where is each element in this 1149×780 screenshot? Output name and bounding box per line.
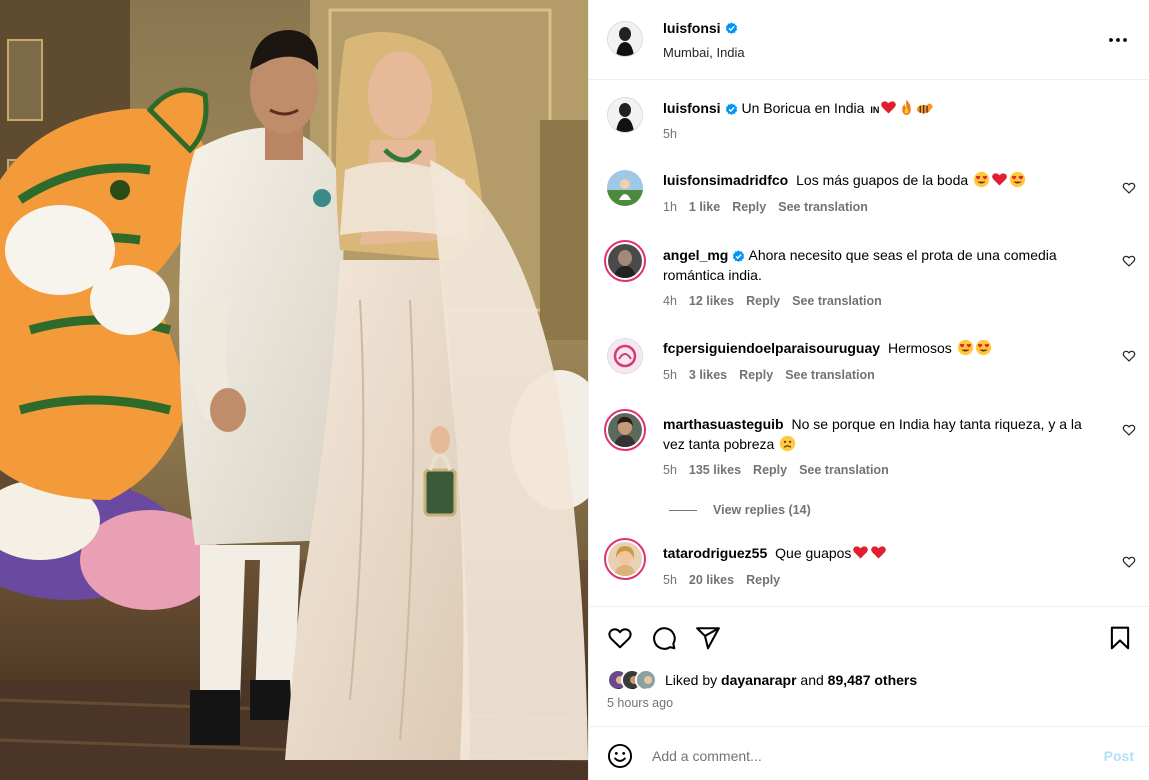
comment-text: Hermosos: [887, 340, 952, 356]
reply-button[interactable]: Reply: [746, 573, 780, 587]
post-time[interactable]: 5 hours ago: [607, 696, 673, 710]
caption-text-row: luisfonsi Un Boricua en India IN: [663, 98, 1100, 120]
heart-eyes-emoji-icon: [975, 339, 991, 356]
view-replies-line: [669, 509, 697, 511]
post-header: luisfonsi Mumbai, India: [589, 0, 1149, 80]
post-location[interactable]: Mumbai, India: [663, 45, 745, 60]
comment-time: 1h: [663, 200, 677, 214]
commenter-avatar[interactable]: [607, 170, 643, 206]
comment-time: 4h: [663, 294, 677, 308]
reply-button[interactable]: Reply: [753, 463, 787, 477]
comment-text: Los más guapos de la boda: [796, 172, 969, 188]
comment-likes[interactable]: 1 like: [689, 200, 720, 214]
like-comment-heart-icon[interactable]: [1122, 181, 1136, 195]
add-comment-bar: Post: [589, 726, 1149, 780]
comment-meta: 5h 3 likes Reply See translation: [663, 368, 875, 382]
share-icon[interactable]: [695, 625, 721, 651]
heart-eyes-emoji-icon: [957, 339, 973, 356]
comment-username[interactable]: marthasuasteguib: [663, 416, 784, 432]
india-flag-icon: IN: [870, 105, 880, 115]
commenter-avatar[interactable]: [604, 409, 646, 451]
comment-text-row: luisfonsimadridfco Los más guapos de la …: [663, 170, 1100, 190]
red-heart-emoji-icon: [992, 173, 1007, 186]
reply-button[interactable]: Reply: [732, 200, 766, 214]
caption-meta: 5h: [663, 127, 677, 141]
fire-emoji-icon: [902, 99, 912, 116]
comment-time: 5h: [663, 573, 677, 587]
verified-badge-icon: [733, 250, 745, 262]
post-comment-button[interactable]: Post: [1104, 748, 1134, 764]
likes-count[interactable]: 89,487 others: [828, 672, 918, 688]
reply-button[interactable]: Reply: [746, 294, 780, 308]
comment-text: Que guapos: [775, 545, 852, 561]
comment-username[interactable]: tatarodriguez55: [663, 545, 767, 561]
author-avatar[interactable]: [607, 21, 643, 57]
comment-likes[interactable]: 12 likes: [689, 294, 734, 308]
view-replies-button[interactable]: View replies (14): [669, 503, 811, 517]
liked-by-and: and: [800, 672, 824, 688]
caption-avatar[interactable]: [607, 97, 643, 133]
liked-by-username[interactable]: dayanarapr: [721, 672, 796, 688]
comment-username[interactable]: luisfonsimadridfco: [663, 172, 788, 188]
comments-list[interactable]: luisfonsi Un Boricua en India IN 5h luis…: [589, 80, 1149, 606]
heart-icon[interactable]: [607, 625, 633, 651]
emoji-smile-icon[interactable]: [607, 743, 633, 769]
couple-photo-illustration: [0, 0, 588, 780]
comment-text-row: tatarodriguez55 Que guapos: [663, 543, 1100, 563]
comment-text-row: angel_mg Ahora necesito que seas el prot…: [663, 245, 1100, 285]
instagram-post: luisfonsi Mumbai, India luisfonsi Un Bor…: [0, 0, 1149, 780]
post-actions: Liked by dayanarapr and 89,487 others 5 …: [589, 606, 1149, 726]
author-username[interactable]: luisfonsi: [663, 20, 721, 36]
tiger-emoji-icon: [917, 103, 933, 114]
post-details-panel: luisfonsi Mumbai, India luisfonsi Un Bor…: [588, 0, 1149, 780]
see-translation-button[interactable]: See translation: [785, 368, 875, 382]
comment-username[interactable]: angel_mg: [663, 247, 728, 263]
view-replies-label: View replies (14): [713, 503, 811, 517]
liked-by-row: Liked by dayanarapr and 89,487 others: [607, 669, 917, 691]
comment-meta: 5h 135 likes Reply See translation: [663, 463, 889, 477]
bookmark-icon[interactable]: [1107, 625, 1133, 651]
liker-avatar[interactable]: [635, 669, 657, 691]
like-comment-heart-icon[interactable]: [1122, 254, 1136, 268]
liked-by-prefix: Liked by: [665, 672, 718, 688]
comment-meta: 5h 20 likes Reply: [663, 573, 780, 587]
comment-icon[interactable]: [651, 625, 677, 651]
comment-likes[interactable]: 20 likes: [689, 573, 734, 587]
like-comment-heart-icon[interactable]: [1122, 349, 1136, 363]
comment-text-row: marthasuasteguib No se porque en India h…: [663, 414, 1100, 454]
heart-eyes-emoji-icon: [1009, 171, 1026, 188]
author-username-row: luisfonsi: [663, 20, 738, 36]
red-heart-emoji-icon: [871, 546, 887, 559]
comment-username[interactable]: fcpersiguiendoelparaisouruguay: [663, 340, 880, 356]
like-comment-heart-icon[interactable]: [1122, 423, 1136, 437]
like-comment-heart-icon[interactable]: [1122, 555, 1136, 569]
comment-time: 5h: [663, 463, 677, 477]
liked-by-text: Liked by dayanarapr and 89,487 others: [665, 672, 917, 688]
caption-username[interactable]: luisfonsi: [663, 100, 721, 116]
commenter-avatar[interactable]: [607, 338, 643, 374]
caption-text: Un Boricua en India: [741, 100, 865, 116]
see-translation-button[interactable]: See translation: [778, 200, 868, 214]
red-heart-emoji-icon: [881, 101, 897, 114]
comment-likes[interactable]: 135 likes: [689, 463, 741, 477]
comment-text-row: fcpersiguiendoelparaisouruguay Hermosos: [663, 338, 1100, 358]
comment-meta: 1h 1 like Reply See translation: [663, 200, 868, 214]
commenter-avatar[interactable]: [604, 538, 646, 580]
add-comment-input[interactable]: [652, 741, 1082, 771]
comment-likes[interactable]: 3 likes: [689, 368, 727, 382]
caption-time: 5h: [663, 127, 677, 141]
reply-button[interactable]: Reply: [739, 368, 773, 382]
see-translation-button[interactable]: See translation: [799, 463, 889, 477]
verified-badge-icon: [725, 21, 737, 34]
red-heart-emoji-icon: [853, 546, 869, 559]
post-photo[interactable]: [0, 0, 588, 780]
comment-time: 5h: [663, 368, 677, 382]
verified-badge-icon: [725, 103, 737, 115]
see-translation-button[interactable]: See translation: [792, 294, 882, 308]
commenter-avatar[interactable]: [604, 240, 646, 282]
comment-meta: 4h 12 likes Reply See translation: [663, 294, 882, 308]
more-horizontal-icon[interactable]: [1106, 28, 1130, 52]
heart-eyes-emoji-icon: [973, 171, 990, 188]
sad-face-emoji-icon: [780, 435, 796, 452]
